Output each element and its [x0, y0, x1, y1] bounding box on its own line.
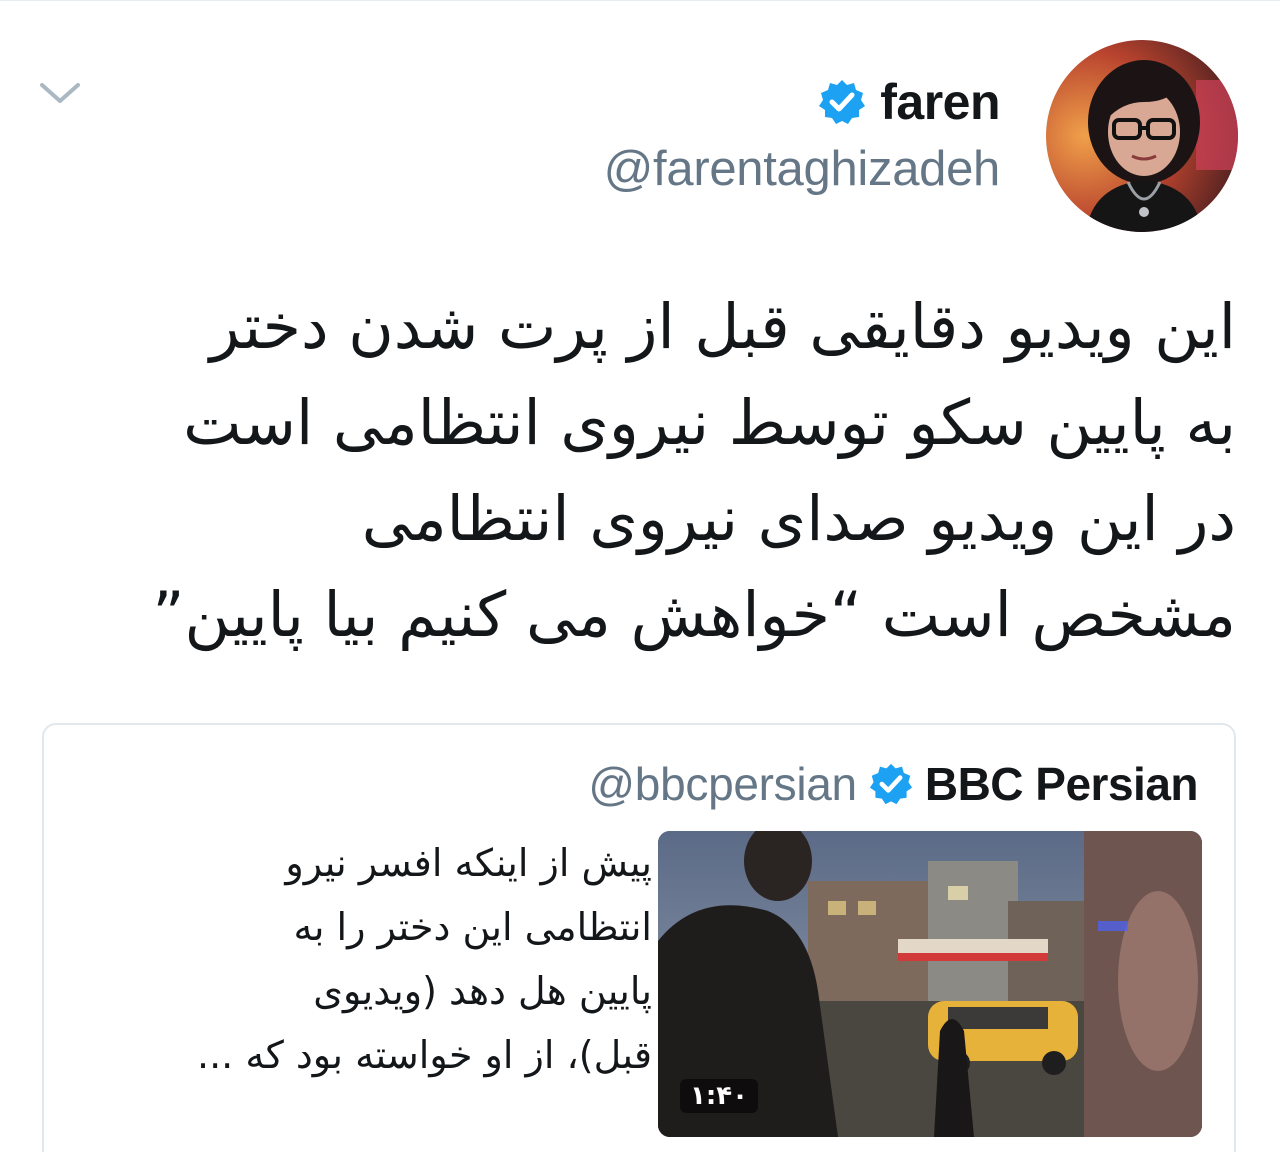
- quoted-text-line: انتظامی این دختر را به: [293, 905, 652, 949]
- tweet-text-line: این ویدیو دقایقی قبل از پرت شدن دختر: [209, 290, 1236, 363]
- tweet-page: faren @farentaghizadeh این ویدیو دقایقی …: [0, 0, 1280, 1152]
- quoted-text-line: پیش از اینکه افسر نیرو: [285, 841, 652, 885]
- chevron-down-icon[interactable]: [36, 75, 84, 111]
- video-duration: ۱:۴۰: [680, 1079, 759, 1113]
- quoted-author-name: BBC Persian: [924, 758, 1199, 810]
- verified-badge-icon: [819, 80, 866, 124]
- tweet-text-line: مشخص است “خواهش می کنیم بیا پایین”: [152, 578, 1236, 651]
- quoted-tweet-text: پیش از اینکه افسر نیرو انتظامی این دختر …: [74, 831, 652, 1087]
- author-handle[interactable]: @farentaghizadeh: [604, 141, 1001, 197]
- quoted-text-line: قبل)، از او خواسته بود که ...: [197, 1033, 652, 1077]
- quoted-text-line: پایین هل دهد (ویدیوی: [313, 969, 652, 1013]
- quoted-author-handle: @bbcpersian: [588, 758, 857, 810]
- tweet-text-line: به پایین سکو توسط نیروی انتظامی است: [183, 386, 1236, 459]
- tweet-text-line: در این ویدیو صدای نیروی انتظامی: [361, 482, 1236, 555]
- quoted-tweet-card[interactable]: @bbcpersian BBC Persian ۱:۴۰ پیش از اینک…: [42, 723, 1236, 1152]
- avatar[interactable]: [1046, 40, 1238, 232]
- author-name-row[interactable]: faren: [818, 69, 1000, 135]
- quoted-tweet-header: @bbcpersian BBC Persian: [588, 753, 1198, 815]
- verified-badge-icon: [869, 763, 912, 805]
- author-display-name[interactable]: faren: [880, 73, 1000, 131]
- video-thumbnail[interactable]: ۱:۴۰: [658, 831, 1202, 1137]
- tweet-text: این ویدیو دقایقی قبل از پرت شدن دختر به …: [56, 279, 1236, 663]
